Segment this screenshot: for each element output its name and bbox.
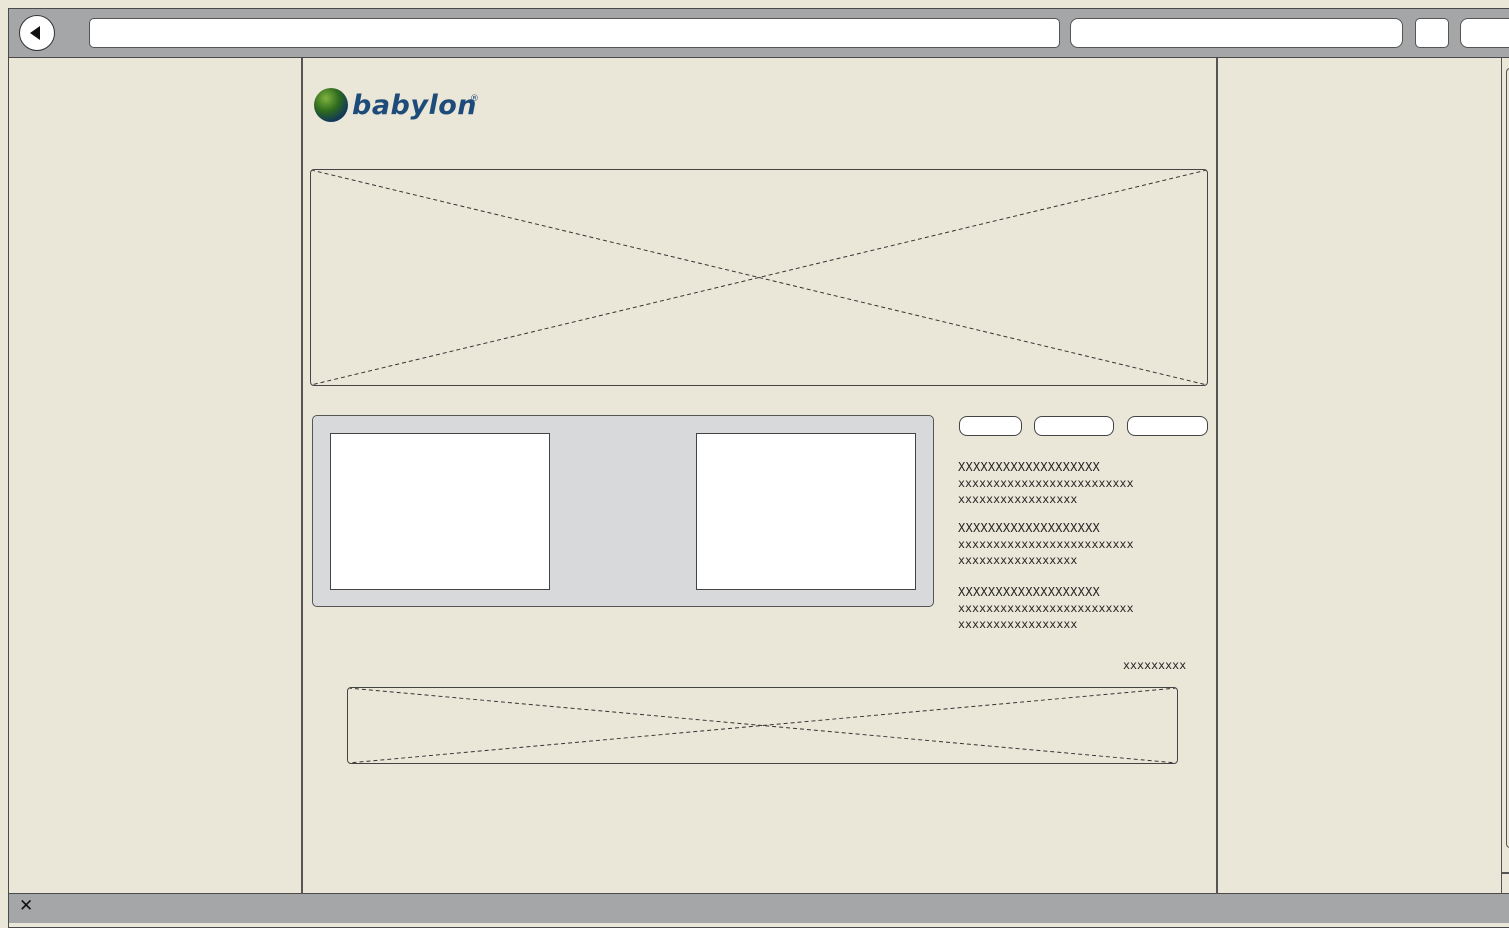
back-button[interactable] — [19, 15, 55, 51]
content-right-border — [1216, 58, 1218, 894]
search-bar[interactable] — [1070, 18, 1403, 48]
toolbar-menu-button[interactable] — [1460, 18, 1509, 48]
globe-icon — [314, 88, 348, 122]
list-item[interactable]: XXXXXXXXXXXXXXXXXXX xxxxxxxxxxxxxxxxxxxx… — [958, 459, 1134, 507]
item-title: XXXXXXXXXXXXXXXXXXX — [958, 521, 1101, 535]
banner-image-placeholder — [347, 687, 1178, 764]
more-link[interactable]: xxxxxxxxx — [1123, 657, 1186, 673]
tab-1[interactable] — [959, 416, 1022, 436]
vertical-scrollbar[interactable] — [1501, 58, 1509, 893]
tab-3[interactable] — [1127, 416, 1208, 436]
item-text: xxxxxxxxxxxxxxxxx — [958, 492, 1078, 506]
list-item[interactable]: XXXXXXXXXXXXXXXXXXX xxxxxxxxxxxxxxxxxxxx… — [958, 584, 1134, 632]
toolbar-button[interactable] — [1415, 18, 1449, 48]
status-bar — [9, 893, 1509, 923]
carousel-slide[interactable] — [330, 433, 550, 590]
hero-image-placeholder — [310, 169, 1208, 386]
item-text: xxxxxxxxxxxxxxxxxxxxxxxxx — [958, 601, 1134, 615]
registered-mark: ® — [470, 94, 479, 104]
item-title: XXXXXXXXXXXXXXXXXXX — [958, 460, 1101, 474]
tab-2[interactable] — [1034, 416, 1114, 436]
item-text: xxxxxxxxxxxxxxxxx — [958, 553, 1078, 567]
item-text: xxxxxxxxxxxxxxxxxxxxxxxxx — [958, 537, 1134, 551]
close-icon[interactable]: ✕ — [19, 896, 33, 916]
item-text: xxxxxxxxxxxxxxxxxxxxxxxxx — [958, 476, 1134, 490]
logo-text: babylon — [352, 90, 477, 121]
site-logo[interactable]: babylon ® — [314, 86, 484, 134]
list-item[interactable]: XXXXXXXXXXXXXXXXXXX xxxxxxxxxxxxxxxxxxxx… — [958, 520, 1134, 568]
item-text: xxxxxxxxxxxxxxxxx — [958, 617, 1078, 631]
item-title: XXXXXXXXXXXXXXXXXXX — [958, 585, 1101, 599]
image-carousel[interactable] — [312, 415, 934, 607]
address-bar[interactable] — [89, 18, 1060, 48]
carousel-slide[interactable] — [696, 433, 916, 590]
content-left-border — [301, 58, 303, 894]
